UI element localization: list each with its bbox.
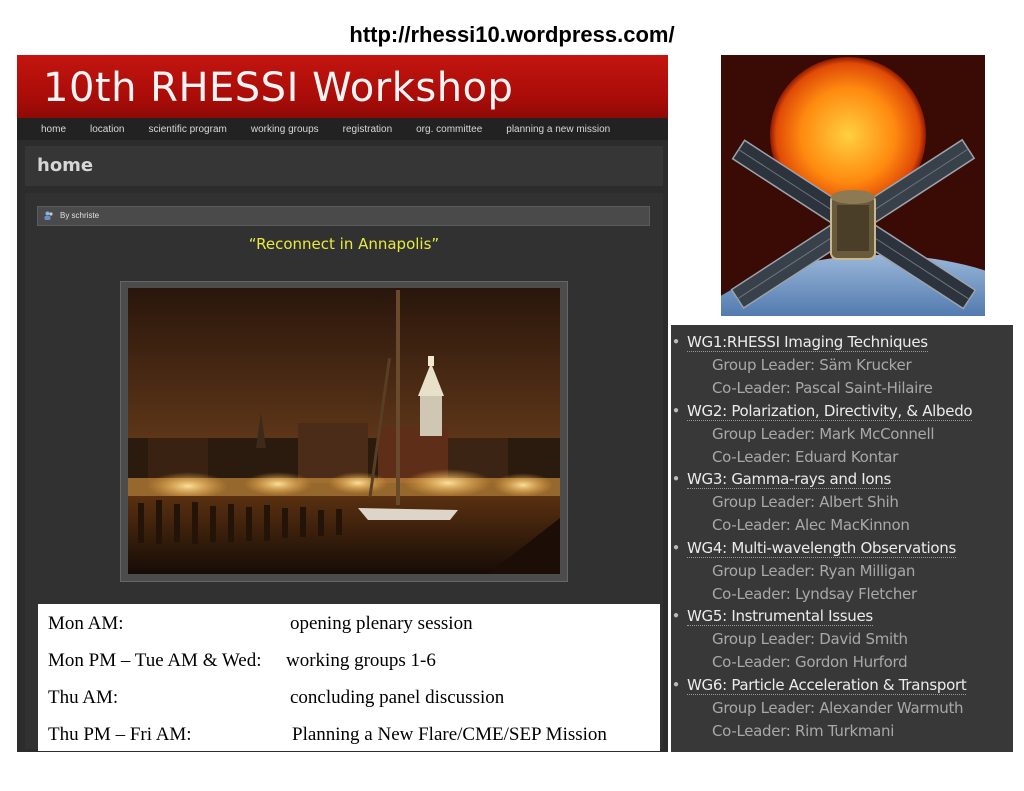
byline-bar: By schriste	[37, 206, 650, 226]
schedule-when: Thu PM – Fri AM:	[48, 724, 192, 745]
nav-item-registration[interactable]: registration	[343, 124, 392, 135]
nav-item-working-groups[interactable]: working groups	[251, 124, 319, 135]
wg-leader: Group Leader: Säm Krucker	[712, 356, 912, 374]
wg-title-link[interactable]: WG6: Particle Acceleration & Transport	[687, 676, 967, 695]
wg-leader: Group Leader: Alexander Warmuth	[712, 699, 964, 717]
schedule-box: Mon AM: opening plenary session Mon PM –…	[38, 604, 660, 751]
wg-title-link[interactable]: WG2: Polarization, Directivity, & Albedo	[687, 402, 973, 421]
working-groups-panel: ● WG1:RHESSI Imaging Techniques Group Le…	[671, 325, 1013, 752]
wg-leader: Group Leader: Albert Shih	[712, 493, 899, 511]
schedule-what: opening plenary session	[290, 613, 473, 634]
wg-coleader: Co-Leader: Eduard Kontar	[712, 448, 899, 466]
page-title: home	[37, 155, 94, 176]
schedule-when: Mon AM:	[48, 613, 124, 634]
annapolis-night-photo	[128, 288, 560, 574]
bullet-icon: ●	[673, 473, 680, 484]
wg-coleader: Co-Leader: Alec MacKinnon	[712, 516, 910, 534]
schedule-when: Thu AM:	[48, 687, 119, 708]
wg-title-link[interactable]: WG5: Instrumental Issues	[687, 607, 873, 626]
bullet-icon: ●	[673, 405, 680, 416]
wg-coleader: Co-Leader: Gordon Hurford	[712, 653, 908, 671]
schedule-what: Planning a New Flare/CME/SEP Mission	[292, 724, 607, 745]
schedule-when: Mon PM – Tue AM & Wed:	[48, 650, 262, 671]
bullet-icon: ●	[673, 679, 680, 690]
wg-leader: Group Leader: Ryan Milligan	[712, 562, 916, 580]
nav-item-planning-new-mission[interactable]: planning a new mission	[506, 124, 610, 135]
wg-title-link[interactable]: WG1:RHESSI Imaging Techniques	[687, 333, 928, 352]
nav-item-scientific-program[interactable]: scientific program	[148, 124, 226, 135]
site-nav: home location scientific program working…	[17, 118, 668, 140]
user-icon	[44, 211, 53, 220]
wg-leader: Group Leader: Mark McConnell	[712, 425, 935, 443]
byline-author[interactable]: By schriste	[60, 211, 99, 220]
bullet-icon: ●	[673, 542, 680, 553]
schedule-what: working groups 1-6	[286, 650, 436, 671]
bullet-icon: ●	[673, 336, 680, 347]
rhessi-spacecraft-image	[721, 55, 985, 316]
wg-coleader: Co-Leader: Lyndsay Fletcher	[712, 585, 917, 603]
site-title[interactable]: 10th RHESSI Workshop	[43, 65, 513, 111]
section-header: home	[25, 146, 663, 186]
wg-coleader: Co-Leader: Rim Turkmani	[712, 722, 895, 740]
page-url: http://rhessi10.wordpress.com/	[349, 22, 675, 47]
post-headline: “Reconnect in Annapolis”	[248, 235, 440, 253]
nav-item-home[interactable]: home	[41, 124, 66, 135]
bullet-icon: ●	[673, 610, 680, 621]
wg-coleader: Co-Leader: Pascal Saint-Hilaire	[712, 379, 933, 397]
wg-leader: Group Leader: David Smith	[712, 630, 908, 648]
wg-title-link[interactable]: WG3: Gamma-rays and Ions	[687, 470, 891, 489]
wg-title-link[interactable]: WG4: Multi-wavelength Observations	[687, 539, 956, 558]
nav-item-org-committee[interactable]: org. committee	[416, 124, 482, 135]
photo-frame	[120, 281, 568, 582]
schedule-what: concluding panel discussion	[290, 687, 505, 708]
nav-item-location[interactable]: location	[90, 124, 124, 135]
site-banner: 10th RHESSI Workshop	[17, 55, 668, 118]
